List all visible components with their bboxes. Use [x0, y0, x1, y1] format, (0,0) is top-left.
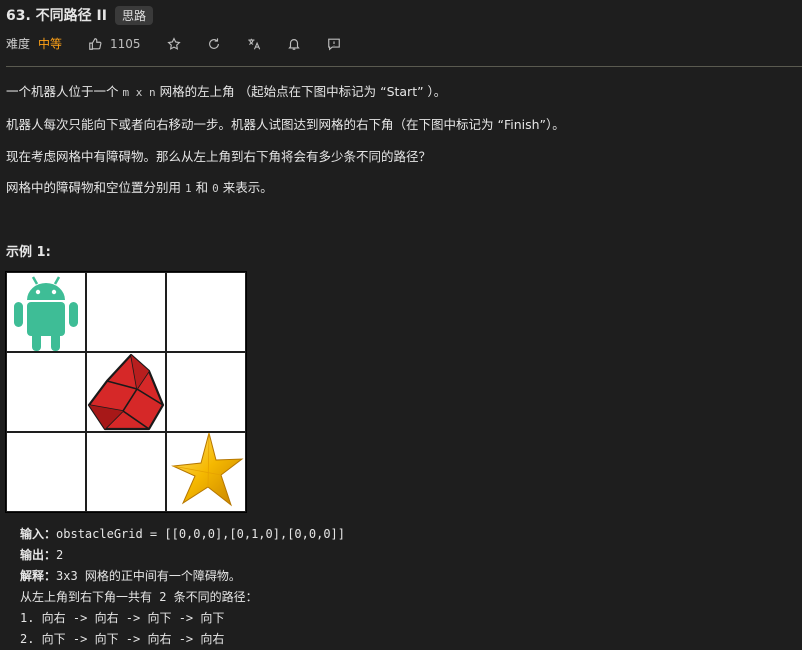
like-button[interactable]: 1105	[88, 37, 141, 51]
header-divider	[6, 66, 802, 67]
grid-cell-finish	[167, 433, 245, 511]
description-paragraph-2: 机器人每次只能向下或者向右移动一步。机器人试图达到网格的右下角（在下图中标记为 …	[6, 117, 565, 132]
grid-cell	[87, 273, 165, 351]
grid-cell	[7, 433, 85, 511]
star-icon	[166, 36, 181, 50]
translate-icon	[247, 38, 260, 49]
thumbs-up-icon	[89, 37, 102, 50]
description-paragraph-4: 网格中的障碍物和空位置分别用 1 和 0 来表示。	[6, 180, 273, 195]
hint-button[interactable]: 思路	[114, 5, 153, 25]
grid-cell-start	[7, 273, 85, 351]
feedback-button[interactable]	[327, 37, 341, 51]
ruby-gem-icon	[87, 353, 165, 431]
example-block: 输入：obstacleGrid = [[0,0,0],[0,1,0],[0,0,…	[20, 524, 345, 650]
description-paragraph-1: 一个机器人位于一个 m x n 网格的左上角 （起始点在下图中标记为 “Start”…	[6, 84, 447, 99]
example-input-line: 输入：obstacleGrid = [[0,0,0],[0,1,0],[0,0,…	[20, 527, 345, 541]
favorite-button[interactable]	[166, 36, 181, 51]
subscribe-button[interactable]	[287, 37, 301, 51]
description-paragraph-3: 现在考虑网格中有障碍物。那么从左上角到右下角将会有多少条不同的路径？	[6, 149, 432, 164]
example-text-line: 从左上角到右下角一共有 2 条不同的路径：	[20, 590, 258, 604]
grid-cell	[7, 353, 85, 431]
grid-cell	[167, 353, 245, 431]
grid-cell-obstacle	[87, 353, 165, 431]
example-explanation-line: 解释：3x3 网格的正中间有一个障碍物。	[20, 569, 241, 583]
comment-icon	[327, 38, 340, 50]
example-output-line: 输出：2	[20, 548, 64, 562]
android-robot-icon	[14, 276, 78, 351]
problem-title: 63. 不同路径 II	[6, 8, 107, 24]
gold-star-icon	[171, 433, 244, 507]
translate-button[interactable]	[247, 37, 261, 51]
meta-toolbar: 难度 中等 1105	[6, 35, 367, 52]
title-row: 63. 不同路径 II 思路	[6, 5, 153, 25]
obstacle-grid-image	[5, 271, 247, 513]
refresh-icon	[208, 37, 219, 49]
difficulty-label: 难度	[6, 37, 31, 51]
reset-button[interactable]	[207, 37, 221, 51]
like-count: 1105	[110, 36, 141, 51]
example-path-line: 1. 向右 -> 向右 -> 向下 -> 向下	[20, 611, 225, 625]
inline-code-mxn: m x n	[122, 86, 156, 99]
difficulty-badge: 中等	[38, 37, 63, 51]
bell-icon	[287, 38, 300, 50]
grid-cell	[167, 273, 245, 351]
example-title: 示例 1:	[6, 245, 51, 260]
inline-code-one: 1	[185, 182, 192, 195]
inline-code-zero: 0	[212, 182, 219, 195]
grid-cell	[87, 433, 165, 511]
example-path-line: 2. 向下 -> 向下 -> 向右 -> 向右	[20, 632, 225, 646]
